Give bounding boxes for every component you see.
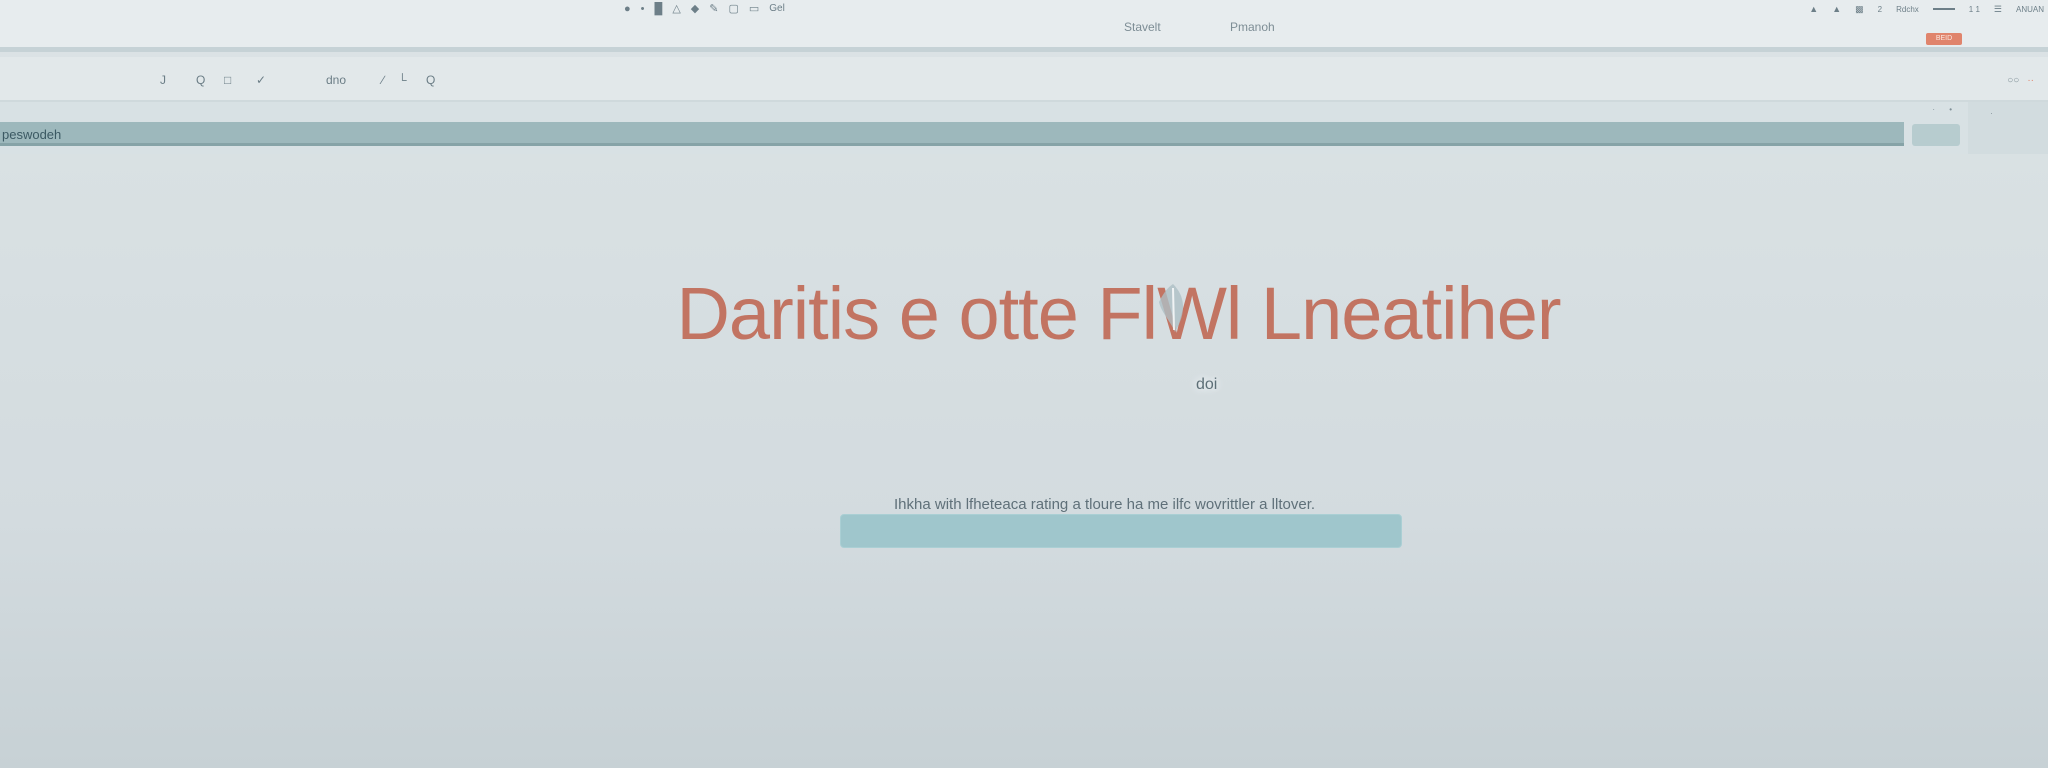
address-row: · • peswodeh · (0, 102, 2048, 154)
zoom-icon[interactable]: Q (426, 73, 435, 87)
address-marks: · • (1932, 105, 1958, 114)
status-count: 2 (1877, 4, 1883, 14)
menu-icon[interactable]: ☰ (1994, 2, 2002, 16)
sub-label: doi (1196, 376, 1218, 393)
page-title: Daritis e otte FlWl Lneatiher (676, 272, 1561, 355)
toolbar-right-tools: ○○ ·· (2007, 75, 2034, 86)
corner-icon[interactable]: └ (398, 73, 407, 87)
up-arrow-icon[interactable]: ▲ (1809, 2, 1818, 16)
system-bar: ● • █ △ ◆ ✎ ▢ ▭ Gel Stavelt Pmanoh ▲ ▲ ▩… (0, 0, 2048, 52)
bell-icon[interactable]: ▲ (1832, 2, 1841, 16)
search-icon[interactable]: Q (196, 73, 205, 87)
pen-icon[interactable]: ✎ (709, 2, 718, 16)
tab-pmanoh[interactable]: Pmanoh (1230, 20, 1275, 34)
view-toggle-icon[interactable]: ○○ (2007, 75, 2019, 86)
window-icon[interactable]: ▭ (749, 2, 759, 16)
main-content: Daritis e otte FlWl Lneatiher doi Ihkha … (0, 154, 2048, 768)
url-text: peswodeh (2, 127, 62, 142)
globe-icon[interactable]: ● (624, 2, 631, 16)
minimize-icon[interactable] (1932, 8, 1955, 10)
bell-icon[interactable]: △ (672, 2, 680, 16)
status-pair: 1 1 (1968, 4, 1980, 14)
dot-icon[interactable]: • (641, 2, 645, 16)
toolbar-text-item[interactable]: dno (326, 73, 346, 87)
tab-stavelt[interactable]: Stavelt (1124, 20, 1161, 34)
line-icon[interactable]: ∕ (382, 73, 384, 87)
box-icon[interactable]: □ (224, 73, 231, 87)
check-icon[interactable]: ✓ (256, 73, 266, 87)
gutter-mark: · (1990, 108, 1993, 118)
box-icon[interactable]: ▢ (728, 2, 738, 16)
url-bar[interactable]: peswodeh (0, 122, 1904, 146)
right-gutter: · (1968, 102, 2048, 154)
toolbar: J Q □ ✓ dno ∕ └ Q ○○ ·· (0, 57, 2048, 102)
status-label: Rdchx (1896, 4, 1919, 14)
description-text: Ihkha with lfheteaca rating a tloure ha … (894, 496, 1316, 513)
feather-icon (1148, 278, 1198, 342)
primary-input-field[interactable] (840, 514, 1402, 548)
center-toolbar: ● • █ △ ◆ ✎ ▢ ▭ Gel (624, 2, 785, 16)
text-cursor-icon[interactable]: J (160, 73, 166, 87)
battery-icon[interactable]: ▩ (1855, 2, 1864, 16)
status-area: ▲ ▲ ▩ 2 Rdchx 1 1 ☰ ANUAN (1809, 2, 2044, 16)
chart-icon[interactable]: █ (655, 2, 663, 16)
go-button[interactable] (1912, 124, 1960, 146)
drop-icon[interactable]: ◆ (691, 2, 699, 16)
status-user: ANUAN (2015, 4, 2044, 14)
center-icon-label[interactable]: Gel (769, 2, 785, 16)
more-icon[interactable]: ·· (2027, 75, 2034, 86)
screen: ● • █ △ ◆ ✎ ▢ ▭ Gel Stavelt Pmanoh ▲ ▲ ▩… (0, 0, 2048, 768)
status-badge[interactable]: BEID (1926, 33, 1962, 45)
